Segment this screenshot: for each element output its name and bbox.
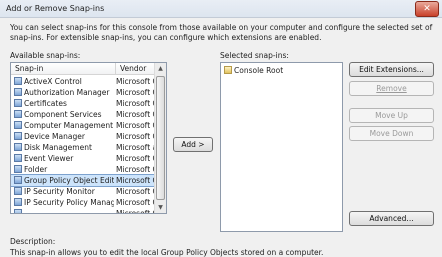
snapin-icon [14, 121, 22, 129]
snapin-icon [14, 143, 22, 151]
snapin-name: Component Services [24, 110, 102, 119]
tree-item-console-root[interactable]: Console Root [221, 65, 341, 76]
vertical-scrollbar[interactable]: ▲ ▼ [154, 63, 166, 213]
remove-label: Remove [376, 84, 407, 93]
list-item[interactable]: Device Manager Microsoft Cor [11, 131, 162, 142]
snapin-icon [14, 132, 22, 140]
snapin-name: Event Viewer [24, 154, 74, 163]
column-header-vendor[interactable]: Vendor [116, 63, 156, 75]
snapin-icon [14, 154, 22, 162]
snapin-name: ActiveX Control [24, 77, 82, 86]
snapin-name: Group Policy Object Editor [24, 176, 114, 185]
move-up-label: Move Up [375, 111, 408, 120]
snapin-name: Device Manager [24, 132, 85, 141]
scroll-up-arrow-icon[interactable]: ▲ [155, 63, 166, 74]
folder-icon [224, 66, 232, 74]
advanced-button[interactable]: Advanced... [349, 211, 434, 226]
selected-snapins-list[interactable]: Console Root [220, 62, 343, 232]
snapin-name: Authorization Manager [24, 88, 110, 97]
snapin-icon [14, 99, 22, 107]
add-button[interactable]: Add > [173, 137, 213, 152]
title-bar: Add or Remove Snap-ins ✕ [0, 0, 442, 18]
snapin-icon [14, 198, 22, 206]
move-down-label: Move Down [369, 129, 414, 138]
add-button-label: Add > [181, 140, 205, 149]
close-button[interactable]: ✕ [415, 1, 439, 17]
window-title: Add or Remove Snap-ins [6, 4, 105, 13]
snapin-name: Folder [24, 165, 48, 174]
snapin-name: Certificates [24, 99, 67, 108]
description-text: This snap-in allows you to edit the loca… [10, 248, 324, 257]
description-label: Description: [10, 237, 56, 246]
move-up-button[interactable]: Move Up [349, 108, 434, 123]
snapin-name: Disk Management [24, 143, 92, 152]
available-snapins-list[interactable]: Snap-in Vendor ActiveX Control Microsoft … [10, 62, 167, 214]
snapin-name: Computer Management [24, 121, 114, 130]
move-down-button[interactable]: Move Down [349, 126, 434, 141]
snapin-icon [14, 209, 22, 213]
list-item[interactable]: ActiveX Control Microsoft Cor [11, 76, 162, 87]
snapin-name: IP Security Monitor [24, 187, 95, 196]
snapin-name: IP Security Policy Manag... [24, 198, 114, 207]
available-snapins-label: Available snap-ins: [10, 51, 81, 60]
snapin-icon [14, 77, 22, 85]
snapin-icon [14, 110, 22, 118]
advanced-label: Advanced... [369, 214, 414, 223]
list-item[interactable]: Group Policy Object Editor Microsoft Cor [11, 174, 162, 187]
edit-extensions-label: Edit Extensions... [359, 65, 424, 74]
intro-text: You can select snap-ins for this console… [10, 23, 433, 42]
snapin-icon [14, 88, 22, 96]
list-item[interactable]: Microsoft Cor [11, 208, 162, 213]
edit-extensions-button[interactable]: Edit Extensions... [349, 62, 434, 77]
list-item[interactable]: Disk Management Microsoft and [11, 142, 162, 153]
scrollbar-thumb[interactable] [156, 76, 165, 200]
snapin-icon [14, 165, 22, 173]
list-item[interactable]: Authorization Manager Microsoft Cor [11, 87, 162, 98]
list-item[interactable]: IP Security Monitor Microsoft Cor [11, 186, 162, 197]
list-item[interactable]: Component Services Microsoft Cor [11, 109, 162, 120]
snapin-icon [14, 187, 22, 195]
list-item[interactable]: Event Viewer Microsoft Cor [11, 153, 162, 164]
list-item[interactable]: Folder Microsoft Cor [11, 164, 162, 175]
list-item[interactable]: Computer Management Microsoft Cor [11, 120, 162, 131]
tree-item-label: Console Root [234, 66, 284, 75]
list-item[interactable]: IP Security Policy Manag... Microsoft Cor [11, 197, 162, 208]
list-item[interactable]: Certificates Microsoft Cor [11, 98, 162, 109]
selected-snapins-label: Selected snap-ins: [220, 51, 289, 60]
column-header-snapin[interactable]: Snap-in [11, 63, 116, 75]
snapin-icon [14, 176, 22, 184]
remove-button[interactable]: Remove [349, 81, 434, 96]
scroll-down-arrow-icon[interactable]: ▼ [155, 202, 166, 213]
